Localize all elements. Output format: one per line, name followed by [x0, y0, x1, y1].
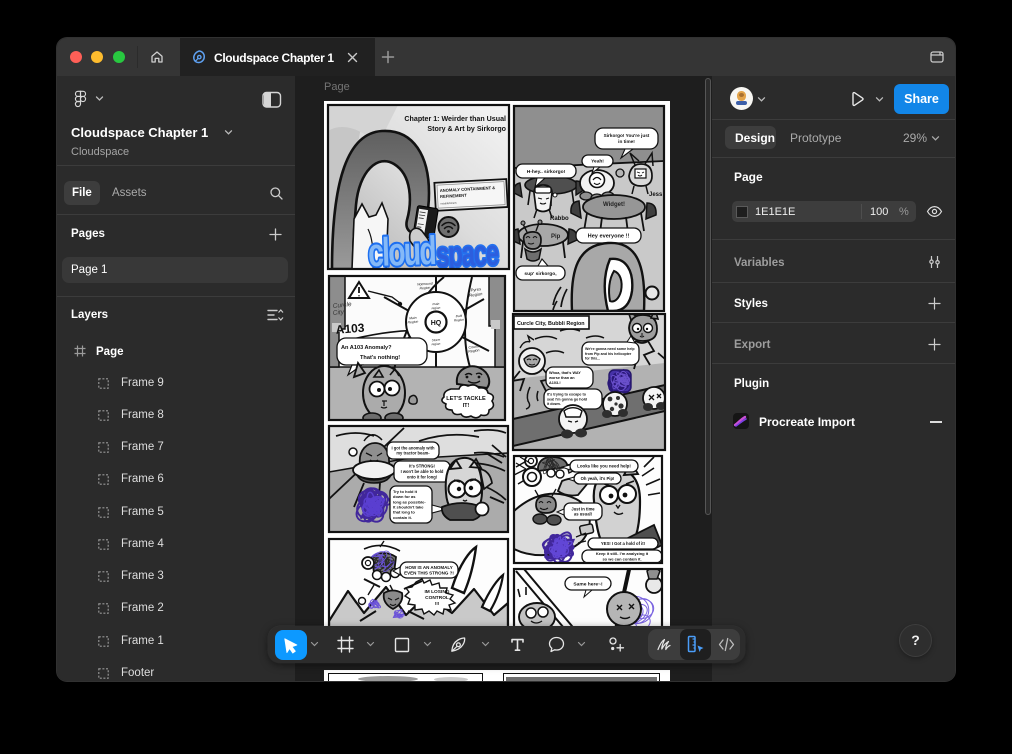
- svg-text:Widget!: Widget!: [603, 202, 625, 208]
- svg-text:Pip: Pip: [551, 234, 561, 240]
- svg-text:It's trying to escape to: It's trying to escape to: [547, 392, 587, 396]
- svg-text:It's STRONG!: It's STRONG!: [409, 464, 435, 469]
- svg-text:YES! I Got a hold of it!: YES! I Got a hold of it!: [601, 541, 645, 546]
- svg-text:Hey everyone !!: Hey everyone !!: [588, 234, 630, 240]
- svg-text:Just in time: Just in time: [571, 506, 595, 511]
- svg-text:HQ: HQ: [431, 320, 442, 327]
- svg-text:IM LOSING: IM LOSING: [424, 589, 449, 595]
- svg-text:Region: Region: [419, 286, 430, 291]
- svg-text:HOW IS AN ANOMALY: HOW IS AN ANOMALY: [405, 565, 453, 570]
- svg-text:Chapter 1: Weirder than Usual: Chapter 1: Weirder than Usual: [404, 115, 506, 123]
- svg-text:Looks like you need help!: Looks like you need help!: [577, 464, 631, 469]
- svg-text:Jess: Jess: [649, 192, 663, 198]
- svg-text:as usual!: as usual!: [574, 512, 592, 517]
- svg-text:in time!: in time!: [618, 139, 635, 144]
- svg-text:A103: A103: [335, 321, 365, 337]
- svg-text:onto it for long!: onto it for long!: [407, 474, 437, 479]
- svg-text:region: region: [431, 306, 440, 310]
- svg-text:!!!: !!!: [435, 601, 440, 607]
- svg-text:City: City: [332, 309, 345, 317]
- svg-text:IT!: IT!: [463, 403, 470, 409]
- svg-text:region: region: [431, 342, 440, 346]
- svg-text:LET'S TACKLE: LET'S TACKLE: [446, 396, 486, 402]
- svg-text:That's nothing!: That's nothing!: [360, 355, 400, 361]
- svg-text:Oh yeah, it's Pip!: Oh yeah, it's Pip!: [581, 476, 615, 481]
- svg-text:worse than an: worse than an: [548, 376, 575, 380]
- svg-text:from Pip and his helicopter: from Pip and his helicopter: [585, 352, 632, 356]
- svg-text:Whoa, that's WAY: Whoa, that's WAY: [549, 371, 581, 375]
- svg-text:for this...: for this...: [585, 357, 600, 361]
- svg-text:sea! I'm gonna go hold: sea! I'm gonna go hold: [547, 397, 588, 401]
- svg-text:so we can contain it.: so we can contain it.: [602, 557, 641, 562]
- svg-text:Yeah!: Yeah!: [591, 159, 604, 165]
- svg-text:sup' sirkorgo,: sup' sirkorgo,: [524, 271, 557, 277]
- svg-text:Rabbo: Rabbo: [550, 216, 569, 222]
- svg-text:An A103 Anomaly?: An A103 Anomaly?: [341, 345, 392, 351]
- svg-text:Sirkorgo! You're just: Sirkorgo! You're just: [604, 133, 650, 138]
- svg-text:I won't be able to hold: I won't be able to hold: [401, 469, 444, 474]
- svg-text:H-hey.. sirkorgo!: H-hey.. sirkorgo!: [527, 169, 566, 175]
- svg-text:contain it.: contain it.: [393, 515, 412, 520]
- svg-text:A103-!: A103-!: [549, 381, 561, 385]
- svg-text:We're gonna need some help: We're gonna need some help: [585, 347, 635, 351]
- svg-text:EVEN THIS STRONG ?!: EVEN THIS STRONG ?!: [404, 571, 454, 576]
- svg-text:Curcle City, Bubbli Region: Curcle City, Bubbli Region: [517, 321, 585, 327]
- svg-text:Same here~!: Same here~!: [573, 581, 603, 587]
- svg-text:it down.: it down.: [547, 402, 561, 406]
- svg-text:Story & Art by Sirkorgo: Story & Art by Sirkorgo: [427, 125, 506, 133]
- svg-text:Keep it still- I'm analyzing i: Keep it still- I'm analyzing it: [596, 551, 649, 556]
- svg-text:my tractor beam-: my tractor beam-: [396, 451, 430, 456]
- svg-text:CONTROL: CONTROL: [425, 595, 449, 601]
- svg-text:I got the anomaly with: I got the anomaly with: [392, 445, 435, 450]
